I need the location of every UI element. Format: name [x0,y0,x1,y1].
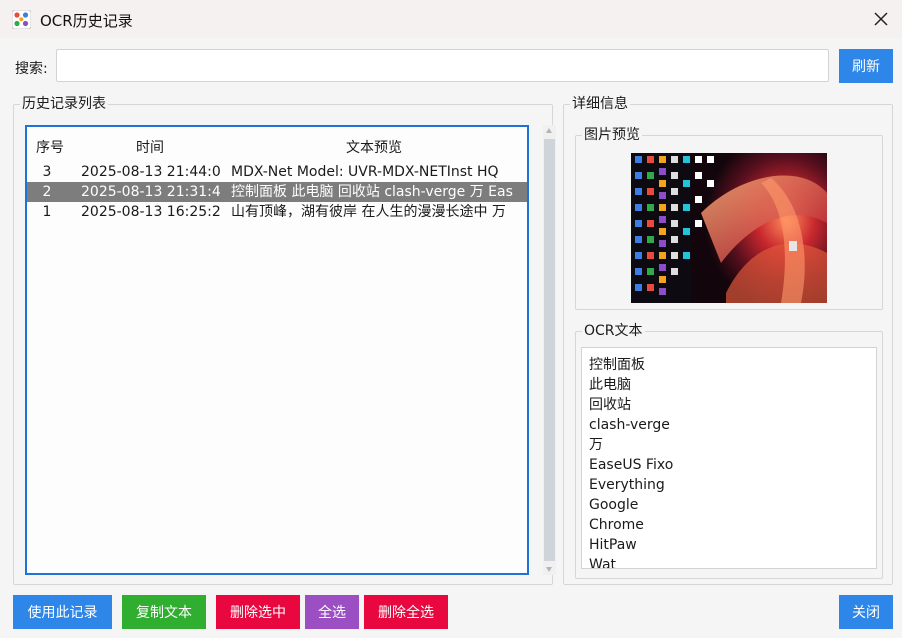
ocr-line: Google [589,497,639,513]
row-index: 1 [42,204,52,220]
search-label: 搜索: [15,61,48,77]
refresh-button[interactable]: 刷新 [839,49,893,83]
title-bar: OCR历史记录 [0,0,902,38]
ocr-line: Wat [589,557,617,569]
column-header-time[interactable]: 时间 [136,137,164,157]
row-time: 2025-08-13 16:25:2 [81,204,221,220]
row-index: 3 [42,164,52,180]
window-close-button[interactable] [860,0,902,38]
row-time: 2025-08-13 21:31:4 [81,184,221,200]
ocr-line: EaseUS Fixo [589,457,674,473]
ocr-line: clash-verge [589,417,670,433]
history-list-group: 历史记录列表 序号 时间 文本预览 3 2025-08-13 21:44:0 M… [13,95,556,585]
list-item-selected[interactable]: 2 2025-08-13 21:31:4 控制面板 此电脑 回收站 clash-… [27,182,527,202]
row-text-preview: 控制面板 此电脑 回收站 clash-verge 万 Eas [231,184,513,200]
app-icon [12,10,31,29]
use-record-button[interactable]: 使用此记录 [13,595,112,629]
scroll-down-icon[interactable] [546,567,552,572]
ocr-text-group: OCR文本 控制面板 此电脑 回收站 clash-verge 万 EaseUS … [575,323,883,579]
ocr-text-area[interactable]: 控制面板 此电脑 回收站 clash-verge 万 EaseUS Fixo E… [581,347,877,569]
list-header: 序号 时间 文本预览 [27,137,527,157]
ocr-line: Everything [589,477,665,493]
search-input[interactable] [56,49,829,82]
screenshot-preview-image [631,153,827,303]
ocr-line: 万 [589,437,603,453]
row-text-preview: MDX-Net Model: UVR-MDX-NETInst HQ [231,164,499,180]
history-list[interactable]: 序号 时间 文本预览 3 2025-08-13 21:44:0 MDX-Net … [25,125,529,575]
scrollbar-track[interactable] [544,139,555,561]
ocr-line: Chrome [589,517,644,533]
close-button[interactable]: 关闭 [839,595,893,629]
image-preview-group: 图片预览 [575,127,883,310]
window-title: OCR历史记录 [40,12,133,30]
column-header-index[interactable]: 序号 [36,137,64,157]
delete-selected-button[interactable]: 删除选中 [216,595,300,629]
ocr-text-title: OCR文本 [582,323,645,340]
detail-group-title: 详细信息 [570,95,630,113]
list-scrollbar[interactable] [543,125,556,575]
history-group-title: 历史记录列表 [20,95,108,113]
list-item[interactable]: 1 2025-08-13 16:25:2 山有顶峰，湖有彼岸 在人生的漫漫长途中… [27,202,527,222]
ocr-history-window: OCR历史记录 搜索: 刷新 历史记录列表 序号 时间 文本预览 3 2025-… [0,0,902,638]
ocr-line: 控制面板 [589,357,645,373]
ocr-line: 此电脑 [589,377,631,393]
detail-group: 详细信息 图片预览 OCR文本 控制面板 此电脑 回收站 clash-verge… [563,95,893,585]
close-icon [874,12,888,26]
copy-text-button[interactable]: 复制文本 [122,595,206,629]
row-text-preview: 山有顶峰，湖有彼岸 在人生的漫漫长途中 万 [231,204,506,220]
image-preview-title: 图片预览 [582,127,642,144]
column-header-text[interactable]: 文本预览 [346,137,402,157]
row-time: 2025-08-13 21:44:0 [81,164,221,180]
delete-all-button[interactable]: 删除全选 [364,595,448,629]
ocr-line: HitPaw [589,537,637,553]
scroll-up-icon[interactable] [546,128,552,133]
select-all-button[interactable]: 全选 [305,595,359,629]
ocr-line: 回收站 [589,397,631,413]
row-index: 2 [42,184,52,200]
list-item[interactable]: 3 2025-08-13 21:44:0 MDX-Net Model: UVR-… [27,162,527,182]
